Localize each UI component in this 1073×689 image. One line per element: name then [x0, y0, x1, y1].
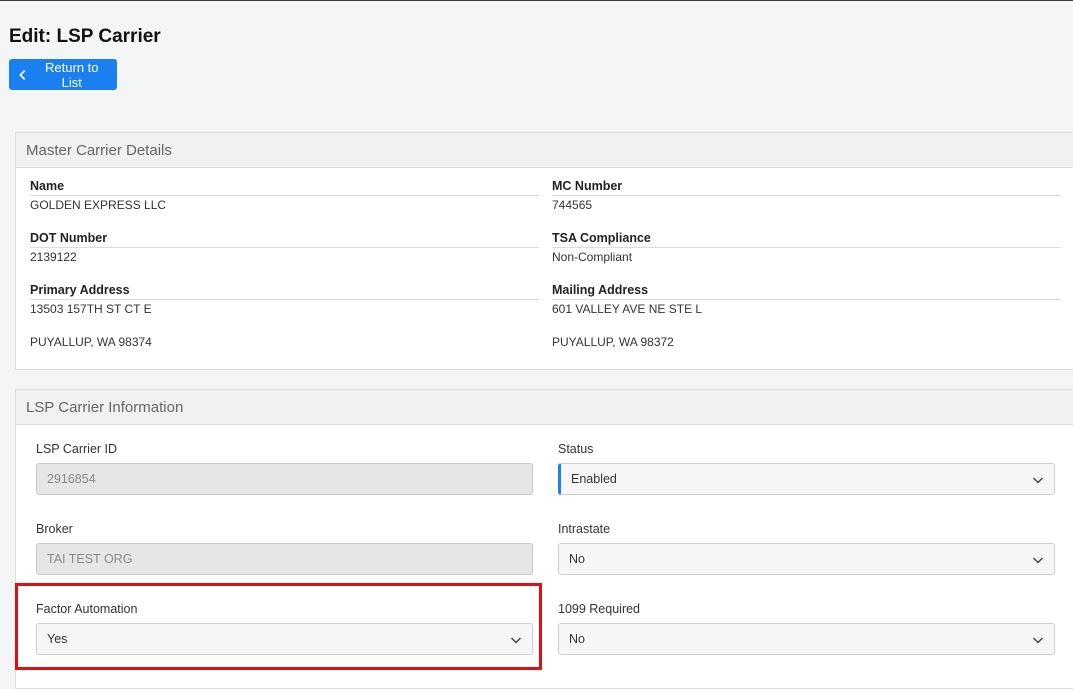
factor-automation-selected-value: Yes	[47, 632, 68, 646]
1099-required-selected-value: No	[569, 632, 585, 646]
intrastate-select[interactable]: No	[558, 543, 1055, 575]
mailing-address-label: Mailing Address	[552, 282, 1061, 300]
broker-label: Broker	[36, 522, 73, 536]
broker-input: TAI TEST ORG	[36, 543, 533, 575]
chevron-down-icon	[1032, 637, 1044, 644]
lsp-carrier-information-card: LSP Carrier Information LSP Carrier ID 2…	[15, 389, 1073, 689]
intrastate-selected-value: No	[569, 552, 585, 566]
mailing-address-field: Mailing Address 601 VALLEY AVE NE STE L	[552, 282, 1061, 317]
mc-number-value: 744565	[552, 198, 593, 212]
broker-value: TAI TEST ORG	[47, 552, 133, 566]
return-to-list-button[interactable]: Return to List	[9, 59, 117, 90]
mailing-address-line2: PUYALLUP, WA 98372	[552, 335, 674, 349]
name-field: Name GOLDEN EXPRESS LLC	[30, 178, 539, 213]
master-carrier-details-header: Master Carrier Details	[16, 133, 1073, 168]
status-label: Status	[558, 442, 594, 456]
lsp-carrier-id-label: LSP Carrier ID	[36, 442, 118, 456]
primary-address-field: Primary Address 13503 157TH ST CT E	[30, 282, 539, 317]
chevron-down-icon	[1032, 557, 1044, 564]
master-carrier-details-card: Master Carrier Details Name GOLDEN EXPRE…	[15, 132, 1073, 370]
mc-number-label: MC Number	[552, 178, 1061, 196]
status-select[interactable]: Enabled	[558, 463, 1055, 495]
1099-required-label: 1099 Required	[558, 602, 641, 616]
factor-automation-label: Factor Automation	[36, 602, 138, 616]
dot-number-label: DOT Number	[30, 230, 539, 248]
tsa-compliance-label: TSA Compliance	[552, 230, 1061, 248]
lsp-carrier-id-value: 2916854	[47, 472, 96, 486]
intrastate-label: Intrastate	[558, 522, 611, 536]
name-label: Name	[30, 178, 539, 196]
primary-address-line1: 13503 157TH ST CT E	[30, 302, 152, 316]
tsa-compliance-value: Non-Compliant	[552, 250, 633, 264]
lsp-carrier-id-input: 2916854	[36, 463, 533, 495]
primary-address-line2: PUYALLUP, WA 98374	[30, 335, 152, 349]
page-title: Edit: LSP Carrier	[9, 26, 161, 47]
name-value: GOLDEN EXPRESS LLC	[30, 198, 167, 212]
return-to-list-label: Return to List	[45, 59, 99, 90]
dot-number-field: DOT Number 2139122	[30, 230, 539, 265]
lsp-carrier-information-header: LSP Carrier Information	[16, 390, 1073, 425]
status-selected-value: Enabled	[571, 472, 617, 486]
chevron-left-icon	[19, 69, 26, 80]
chevron-down-icon	[1032, 477, 1044, 484]
factor-automation-select[interactable]: Yes	[36, 623, 533, 655]
mailing-address-line1: 601 VALLEY AVE NE STE L	[552, 302, 703, 316]
mc-number-field: MC Number 744565	[552, 178, 1061, 213]
tsa-compliance-field: TSA Compliance Non-Compliant	[552, 230, 1061, 265]
primary-address-label: Primary Address	[30, 282, 539, 300]
dot-number-value: 2139122	[30, 250, 77, 264]
chevron-down-icon	[510, 637, 522, 644]
1099-required-select[interactable]: No	[558, 623, 1055, 655]
